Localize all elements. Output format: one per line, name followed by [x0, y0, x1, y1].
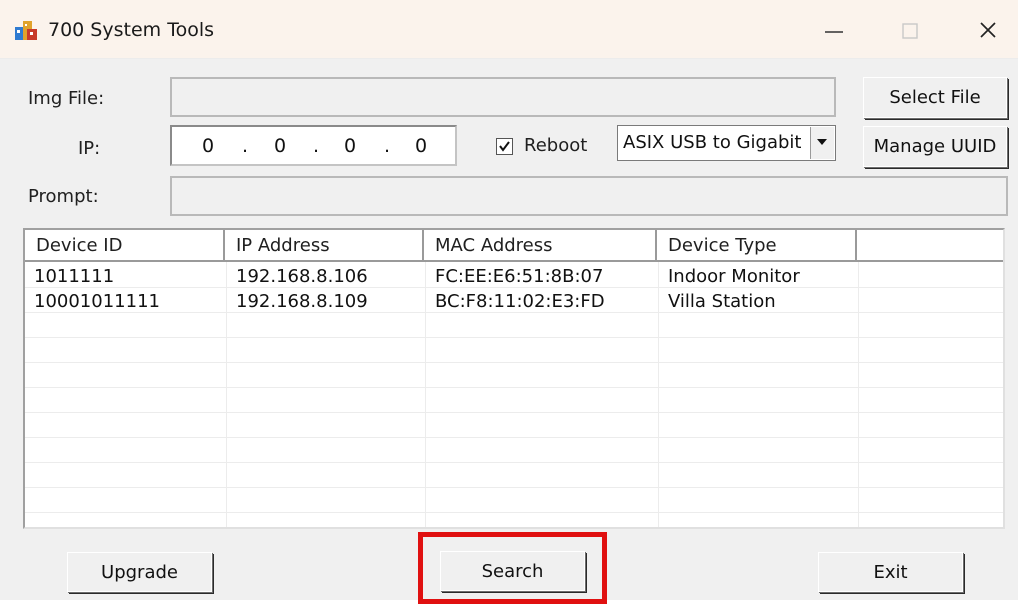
grid-divider	[25, 412, 1003, 413]
grid-divider	[25, 362, 1003, 363]
ip-separator: .	[313, 135, 320, 157]
column-header-ip-address[interactable]: IP Address	[225, 230, 424, 260]
select-file-button[interactable]: Select File	[863, 77, 1007, 118]
close-button[interactable]	[958, 12, 1018, 50]
grid-divider	[25, 437, 1003, 438]
ip-octet-1[interactable]: 0	[198, 135, 218, 157]
device-list[interactable]: Device ID IP Address MAC Address Device …	[23, 228, 1005, 529]
ip-address-cell: 192.168.8.106	[236, 266, 368, 287]
app-window: 700 System Tools Img File: Select File I…	[0, 0, 1018, 604]
chevron-down-icon	[817, 139, 827, 145]
minimize-icon	[825, 31, 843, 33]
ip-separator: .	[242, 135, 249, 157]
prompt-field	[170, 176, 1008, 216]
exit-button[interactable]: Exit	[818, 552, 963, 592]
mac-address-cell: FC:EE:E6:51:8B:07	[435, 266, 604, 287]
ip-octet-4[interactable]: 0	[411, 135, 431, 157]
ip-label: IP:	[78, 138, 101, 159]
ip-separator: .	[384, 135, 391, 157]
ip-address-input[interactable]: 0 . 0 . 0 . 0	[170, 125, 457, 166]
device-id-cell: 10001011111	[34, 291, 160, 312]
grid-divider	[25, 337, 1003, 338]
device-list-header: Device ID IP Address MAC Address Device …	[25, 230, 1003, 262]
table-row[interactable]: 1011111 192.168.8.106 FC:EE:E6:51:8B:07 …	[25, 264, 1003, 289]
search-highlight-box	[418, 532, 607, 604]
maximize-button	[880, 12, 940, 50]
prompt-label: Prompt:	[28, 186, 99, 207]
grid-divider	[25, 387, 1003, 388]
upgrade-button[interactable]: Upgrade	[67, 552, 212, 592]
ip-address-cell: 192.168.8.109	[236, 291, 368, 312]
grid-divider	[25, 512, 1003, 513]
column-header-device-type[interactable]: Device Type	[657, 230, 857, 260]
mac-address-cell: BC:F8:11:02:E3:FD	[435, 291, 605, 312]
column-header-device-id[interactable]: Device ID	[25, 230, 225, 260]
title-bar[interactable]: 700 System Tools	[0, 0, 1018, 59]
device-id-cell: 1011111	[34, 266, 115, 287]
window-title: 700 System Tools	[48, 19, 214, 41]
maximize-icon	[902, 23, 918, 39]
network-adapter-selected: ASIX USB to Gigabit	[623, 132, 802, 153]
ip-octet-3[interactable]: 0	[340, 135, 360, 157]
column-header-mac-address[interactable]: MAC Address	[424, 230, 657, 260]
minimize-button[interactable]	[804, 12, 864, 50]
table-row[interactable]: 10001011111 192.168.8.109 BC:F8:11:02:E3…	[25, 289, 1003, 314]
device-type-cell: Indoor Monitor	[668, 266, 800, 287]
manage-uuid-button[interactable]: Manage UUID	[863, 126, 1007, 167]
dropdown-button[interactable]	[810, 127, 834, 159]
grid-divider	[25, 487, 1003, 488]
close-icon	[980, 22, 996, 38]
img-file-path-field[interactable]	[170, 77, 836, 117]
grid-divider	[25, 462, 1003, 463]
network-adapter-select[interactable]: ASIX USB to Gigabit	[617, 125, 836, 161]
column-header-empty[interactable]	[857, 230, 1003, 260]
img-file-label: Img File:	[28, 88, 105, 109]
checkbox-checked-icon	[499, 141, 510, 152]
app-icon	[14, 18, 38, 42]
ip-octet-2[interactable]: 0	[270, 135, 290, 157]
device-type-cell: Villa Station	[668, 291, 776, 312]
reboot-checkbox[interactable]	[496, 138, 513, 155]
reboot-label[interactable]: Reboot	[524, 135, 587, 156]
